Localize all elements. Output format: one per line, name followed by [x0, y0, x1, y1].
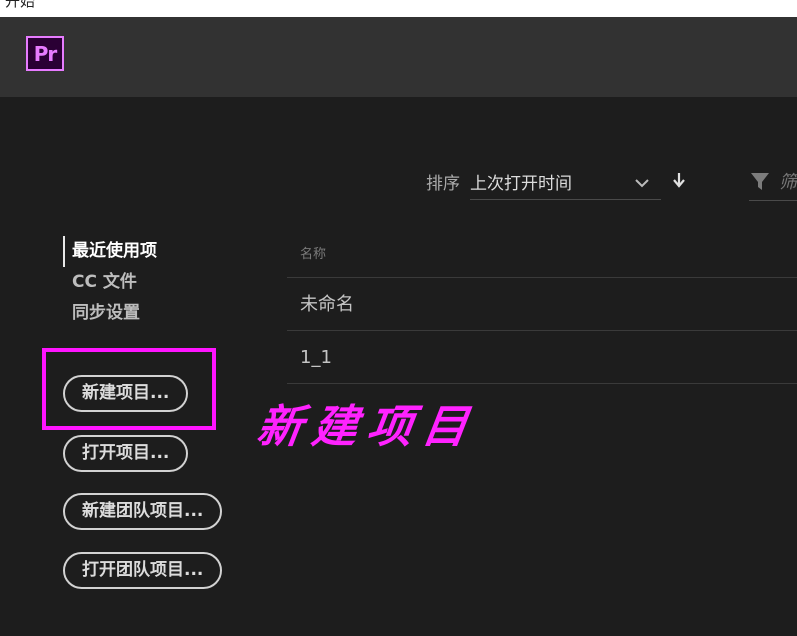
- chevron-down-icon[interactable]: [635, 173, 649, 192]
- filter-input[interactable]: 筛: [749, 160, 797, 201]
- sidebar-item-sync-settings[interactable]: 同步设置: [63, 298, 157, 329]
- sidebar-nav: 最近使用项 CC 文件 同步设置: [63, 236, 157, 329]
- sort-bar: 排序 上次打开时间 筛: [0, 160, 797, 202]
- sort-label: 排序: [426, 174, 460, 194]
- app-header: Pr: [0, 17, 797, 97]
- filter-placeholder: 筛: [779, 172, 797, 193]
- annotation-text: 新建项目: [253, 400, 482, 453]
- open-project-button[interactable]: 打开项目...: [63, 435, 189, 472]
- sort-selected-value: 上次打开时间: [470, 174, 572, 194]
- sidebar-item-recent[interactable]: 最近使用项: [63, 236, 157, 267]
- premiere-logo: Pr: [26, 36, 64, 71]
- list-item[interactable]: 未命名: [287, 278, 797, 331]
- sort-direction-arrow-down-icon[interactable]: [672, 172, 686, 192]
- annotation-highlight-box: [42, 348, 216, 430]
- sort-select[interactable]: 上次打开时间: [470, 160, 661, 200]
- recent-projects-list: 名称 未命名 1_1: [287, 232, 797, 384]
- filter-funnel-icon: [750, 171, 770, 195]
- window-title-bar: 开始: [0, 0, 797, 17]
- new-team-project-button[interactable]: 新建团队项目...: [63, 493, 223, 530]
- sidebar-item-cc-files[interactable]: CC 文件: [63, 267, 157, 298]
- open-team-project-button[interactable]: 打开团队项目...: [63, 552, 223, 589]
- column-header-name[interactable]: 名称: [287, 232, 797, 278]
- window-title: 开始: [5, 0, 36, 10]
- list-item[interactable]: 1_1: [287, 331, 797, 384]
